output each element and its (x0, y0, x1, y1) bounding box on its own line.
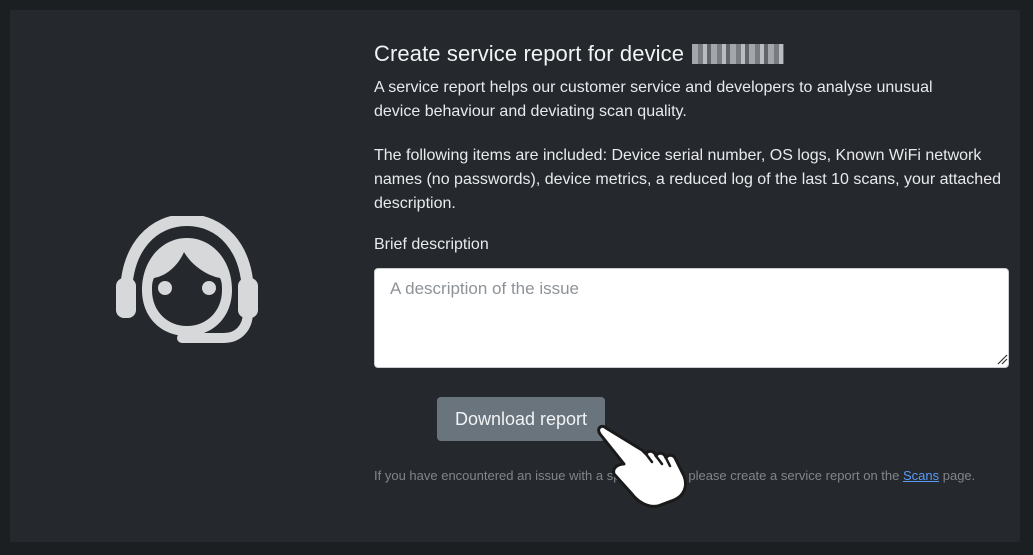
service-report-card: Create service report for device A servi… (10, 10, 1020, 542)
hand-pointer-cursor-icon (592, 420, 696, 510)
download-report-button[interactable]: Download report (437, 397, 605, 441)
included-items-paragraph: The following items are included: Device… (374, 147, 1001, 212)
report-form-section: Create service report for device A servi… (374, 40, 1014, 483)
description-textarea[interactable] (374, 268, 1009, 368)
device-id-redacted (692, 44, 785, 64)
scans-link[interactable]: Scans (903, 468, 939, 483)
description-label: Brief description (374, 236, 489, 253)
hint-suffix: page. (939, 468, 976, 483)
page-title: Create service report for device (374, 41, 685, 66)
customer-support-headset-icon (114, 216, 260, 346)
resize-handle-icon[interactable] (996, 352, 1008, 365)
intro-paragraph: A service report helps our customer serv… (374, 79, 933, 120)
description-field-wrapper (374, 268, 1014, 368)
title-row: Create service report for device (374, 40, 1014, 68)
